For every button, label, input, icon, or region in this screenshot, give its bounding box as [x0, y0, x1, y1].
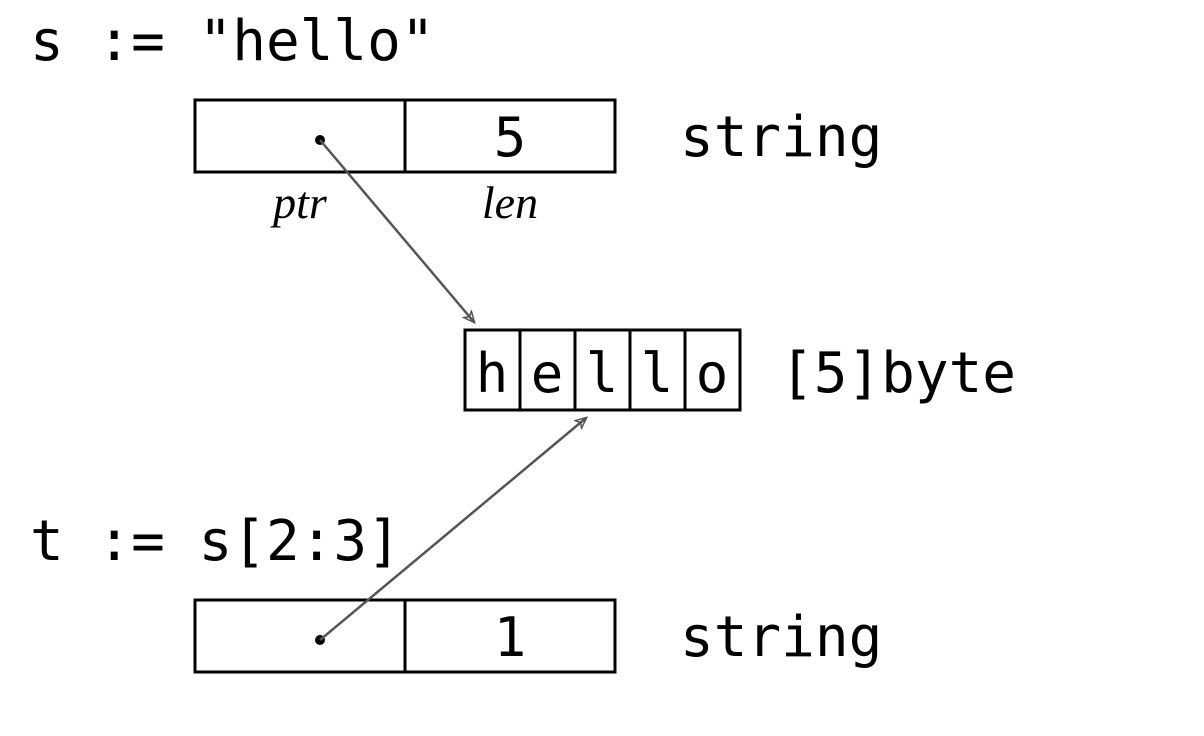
byte-1: e — [531, 342, 564, 405]
t-type-label: string — [680, 605, 882, 670]
byte-4: o — [696, 342, 729, 405]
byte-2: l — [586, 342, 619, 405]
byte-0: h — [476, 342, 509, 405]
t-header-box: 1 — [195, 600, 615, 672]
t-len-value: 1 — [494, 606, 527, 669]
byte-type-label: [5]byte — [780, 341, 1016, 406]
s-type-label: string — [680, 105, 882, 170]
s-header-box: 5 — [195, 100, 615, 172]
t-declaration: t := s[2:3] — [30, 509, 401, 574]
s-declaration: s := "hello" — [30, 9, 435, 74]
s-len-value: 5 — [494, 106, 527, 169]
s-len-label: len — [482, 177, 538, 228]
s-ptr-label: ptr — [270, 177, 328, 228]
byte-3: l — [641, 342, 674, 405]
byte-array: h e l l o — [465, 330, 740, 410]
